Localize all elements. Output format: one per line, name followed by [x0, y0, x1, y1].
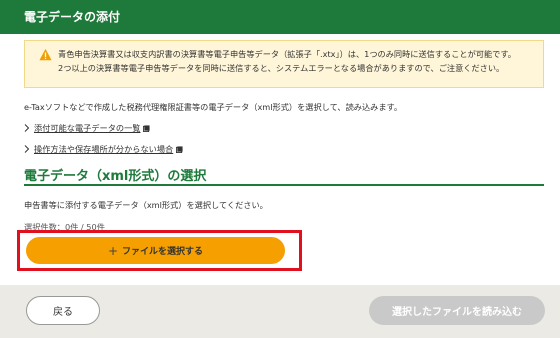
warning-notice: 青色申告決算書又は収支内訳書の決算書等電子申告等データ（拡張子「.xtx」）は、… [24, 40, 544, 88]
chevron-right-icon [24, 124, 30, 132]
page-header: 電子データの添付 [0, 0, 560, 34]
warning-text-line2: 2つ以上の決算書等電子申告等データを同時に送信すると、システムエラーとなる場合が… [58, 63, 505, 73]
link-attachable-data-list[interactable]: 添付可能な電子データの一覧 [24, 122, 151, 134]
load-files-button[interactable]: 選択したファイルを読み込む [369, 296, 545, 325]
plus-icon: + [107, 243, 119, 258]
section-title: 電子データ（xml形式）の選択 [24, 169, 207, 184]
instruction-text: 申告書等に添付する電子データ（xml形式）を選択してください。 [24, 200, 268, 210]
external-window-icon [143, 124, 151, 132]
warning-icon [39, 48, 52, 60]
link-operation-help[interactable]: 操作方法や保存場所が分からない場合 [24, 143, 183, 155]
select-file-button[interactable]: + ファイルを選択する [26, 237, 285, 264]
select-file-label: ファイルを選択する [122, 247, 204, 257]
section-divider [24, 184, 544, 186]
external-window-icon [176, 145, 183, 153]
back-label: 戻る [53, 307, 73, 318]
back-button[interactable]: 戻る [26, 296, 100, 325]
page-title: 電子データの添付 [24, 10, 121, 24]
chevron-right-icon [24, 145, 30, 153]
warning-text-line1: 青色申告決算書又は収支内訳書の決算書等電子申告等データ（拡張子「.xtx」）は、… [58, 49, 516, 59]
intro-text: e-Taxソフトなどで作成した税務代理権限証書等の電子データ（xml形式）を選択… [24, 102, 403, 112]
link-label[interactable]: 操作方法や保存場所が分からない場合 [34, 143, 173, 155]
load-files-label: 選択したファイルを読み込む [392, 307, 522, 318]
link-label[interactable]: 添付可能な電子データの一覧 [34, 122, 140, 134]
